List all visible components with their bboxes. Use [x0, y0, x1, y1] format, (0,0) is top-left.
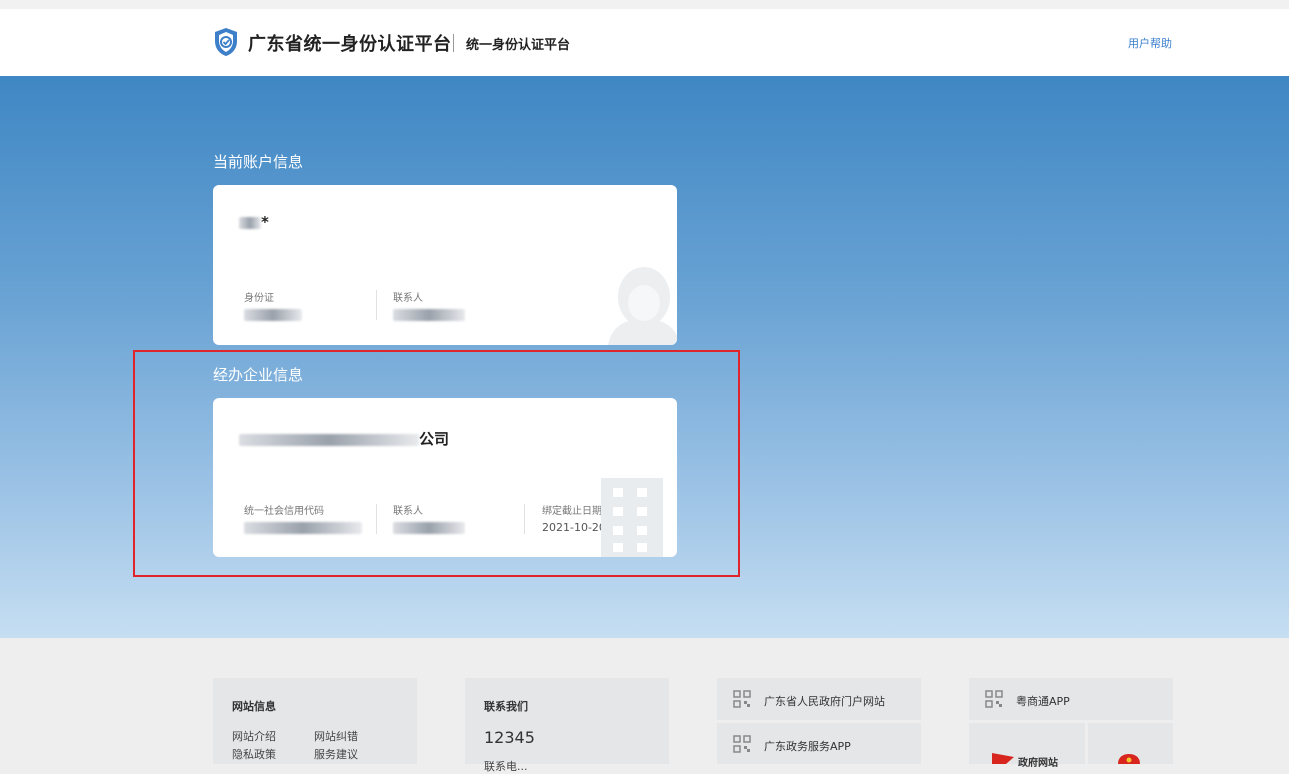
footer-link-suggestion[interactable]: 服务建议	[314, 746, 358, 762]
footer-site-info: 网站信息 网站介绍 网站纠错 隐私政策 服务建议	[213, 678, 417, 764]
site-title: 广东省统一身份认证平台	[248, 34, 452, 55]
footer-contact: 联系我们 12345 联系电...	[465, 678, 669, 773]
qr-code-icon	[733, 690, 751, 708]
top-bar: 广东省统一身份认证平台 统一身份认证平台 用户帮助	[0, 0, 1289, 76]
account-name-suffix: *	[261, 213, 269, 231]
account-card: * 身份证 联系人	[213, 185, 677, 345]
field-divider	[376, 290, 377, 320]
site-subtitle: 统一身份认证平台	[466, 38, 571, 53]
shield-check-icon	[215, 28, 237, 56]
redacted-id	[244, 309, 302, 321]
contact-phone: 12345	[484, 728, 535, 747]
id-label: 身份证	[244, 293, 274, 304]
id-field: 身份证	[244, 289, 302, 321]
person-silhouette-icon	[608, 267, 677, 345]
redacted-name	[239, 216, 261, 229]
redacted-contact	[393, 309, 465, 321]
qr-link-label: 粤商通APP	[1016, 695, 1070, 708]
qr-link-gov-portal[interactable]: 广东省人民政府门户网站	[717, 678, 921, 720]
site-info-heading: 网站信息	[232, 700, 276, 713]
footer-link-privacy[interactable]: 隐私政策	[232, 746, 276, 762]
account-section-title: 当前账户信息	[213, 153, 304, 171]
account-name: *	[239, 213, 269, 231]
gov-website-badge[interactable]: 政府网站	[969, 723, 1085, 769]
contact-extra: 联系电...	[484, 760, 528, 773]
qr-link-label: 广东政务服务APP	[764, 740, 851, 753]
qr-code-icon	[733, 735, 751, 753]
footer-link-about[interactable]: 网站介绍	[232, 728, 276, 744]
qr-code-icon	[985, 690, 1003, 708]
footer-link-error-report[interactable]: 网站纠错	[314, 728, 358, 744]
account-contact-field: 联系人	[393, 289, 465, 321]
qr-link-gd-service-app[interactable]: 广东政务服务APP	[717, 723, 921, 764]
title-divider	[453, 34, 454, 52]
gov-website-label: 政府网站	[1018, 758, 1058, 769]
account-contact-label: 联系人	[393, 293, 423, 304]
qr-link-label: 广东省人民政府门户网站	[764, 695, 885, 708]
emblem-badge[interactable]	[1088, 723, 1173, 764]
contact-heading: 联系我们	[484, 700, 528, 713]
highlight-annotation	[133, 350, 740, 577]
qr-link-yueshangtong-app[interactable]: 粤商通APP	[969, 678, 1173, 720]
red-flag-icon	[992, 753, 1014, 764]
user-help-link[interactable]: 用户帮助	[1128, 35, 1172, 51]
emblem-icon	[1118, 754, 1140, 764]
